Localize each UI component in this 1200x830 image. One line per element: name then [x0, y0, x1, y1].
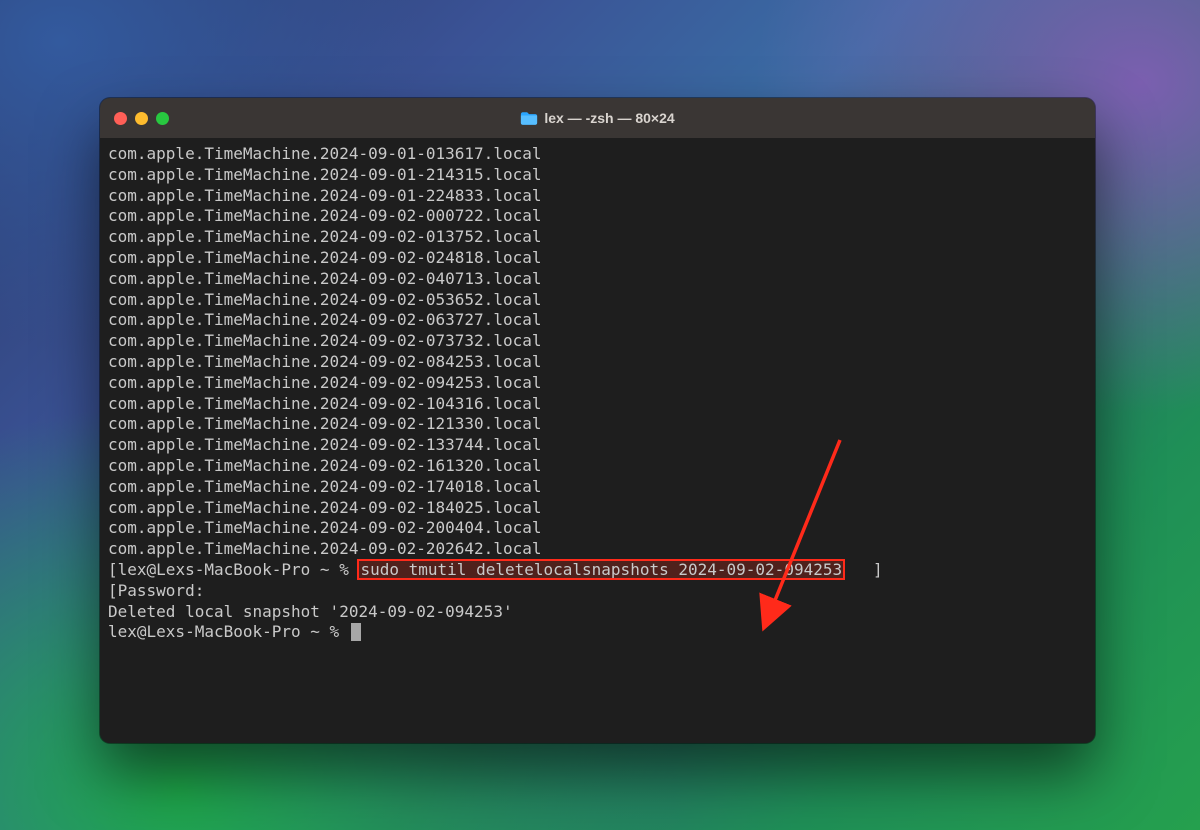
snapshot-line: com.apple.TimeMachine.2024-09-02-121330.…	[108, 414, 1087, 435]
cursor	[351, 623, 361, 641]
window-title: lex — -zsh — 80×24	[100, 110, 1095, 126]
password-line: [Password:	[108, 581, 1087, 602]
snapshot-line: com.apple.TimeMachine.2024-09-01-214315.…	[108, 165, 1087, 186]
snapshot-line: com.apple.TimeMachine.2024-09-02-073732.…	[108, 331, 1087, 352]
snapshot-line: com.apple.TimeMachine.2024-09-02-133744.…	[108, 435, 1087, 456]
window-title-text: lex — -zsh — 80×24	[544, 110, 674, 126]
snapshot-line: com.apple.TimeMachine.2024-09-02-094253.…	[108, 373, 1087, 394]
snapshot-line: com.apple.TimeMachine.2024-09-02-084253.…	[108, 352, 1087, 373]
next-prompt-line: lex@Lexs-MacBook-Pro ~ %	[108, 622, 1087, 643]
snapshot-line: com.apple.TimeMachine.2024-09-02-053652.…	[108, 290, 1087, 311]
snapshot-line: com.apple.TimeMachine.2024-09-01-013617.…	[108, 144, 1087, 165]
shell-prompt: lex@Lexs-MacBook-Pro ~ %	[118, 560, 359, 579]
window-controls	[114, 112, 169, 125]
terminal-window: lex — -zsh — 80×24 com.apple.TimeMachine…	[100, 98, 1095, 743]
snapshot-line: com.apple.TimeMachine.2024-09-02-024818.…	[108, 248, 1087, 269]
folder-icon	[520, 111, 538, 126]
terminal-body[interactable]: com.apple.TimeMachine.2024-09-01-013617.…	[100, 138, 1095, 743]
snapshot-line: com.apple.TimeMachine.2024-09-02-202642.…	[108, 539, 1087, 560]
snapshot-line: com.apple.TimeMachine.2024-09-02-174018.…	[108, 477, 1087, 498]
snapshot-line: com.apple.TimeMachine.2024-09-02-161320.…	[108, 456, 1087, 477]
result-line: Deleted local snapshot '2024-09-02-09425…	[108, 602, 1087, 623]
snapshot-line: com.apple.TimeMachine.2024-09-02-063727.…	[108, 310, 1087, 331]
command-line: [lex@Lexs-MacBook-Pro ~ % sudo tmutil de…	[108, 560, 1087, 581]
zoom-window-button[interactable]	[156, 112, 169, 125]
window-titlebar[interactable]: lex — -zsh — 80×24	[100, 98, 1095, 138]
snapshot-line: com.apple.TimeMachine.2024-09-01-224833.…	[108, 186, 1087, 207]
highlighted-command: sudo tmutil deletelocalsnapshots 2024-09…	[358, 560, 844, 579]
snapshot-line: com.apple.TimeMachine.2024-09-02-104316.…	[108, 394, 1087, 415]
snapshot-line: com.apple.TimeMachine.2024-09-02-040713.…	[108, 269, 1087, 290]
snapshot-line: com.apple.TimeMachine.2024-09-02-013752.…	[108, 227, 1087, 248]
minimize-window-button[interactable]	[135, 112, 148, 125]
snapshot-line: com.apple.TimeMachine.2024-09-02-184025.…	[108, 498, 1087, 519]
close-window-button[interactable]	[114, 112, 127, 125]
snapshot-line: com.apple.TimeMachine.2024-09-02-000722.…	[108, 206, 1087, 227]
snapshot-line: com.apple.TimeMachine.2024-09-02-200404.…	[108, 518, 1087, 539]
